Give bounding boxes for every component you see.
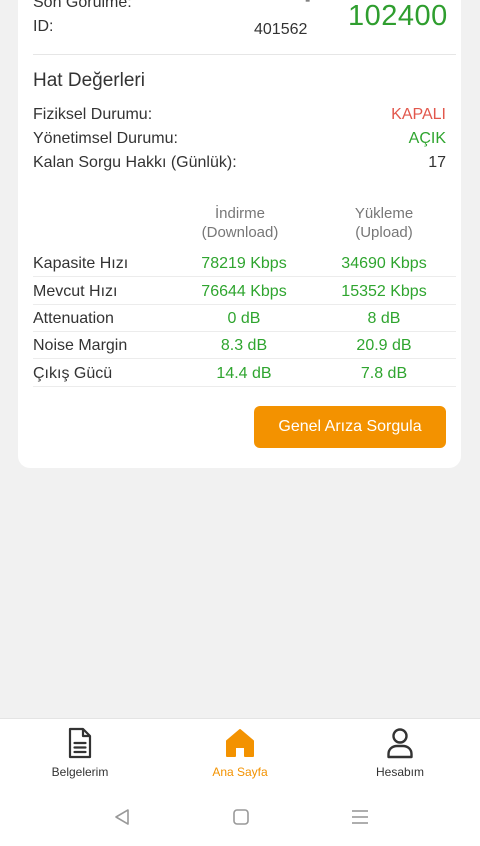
tab-home[interactable]: Ana Sayfa bbox=[180, 725, 300, 789]
last-seen-label: Son Görülme: bbox=[33, 0, 132, 11]
upload-header-title: Yükleme bbox=[354, 205, 414, 222]
tab-home-label: Ana Sayfa bbox=[212, 765, 268, 779]
remaining-queries-label: Kalan Sorgu Hakkı (Günlük): bbox=[33, 154, 237, 171]
remaining-queries-row: Kalan Sorgu Hakkı (Günlük): 17 bbox=[33, 152, 446, 176]
menu-icon[interactable] bbox=[351, 808, 369, 826]
system-navigation-bar bbox=[0, 790, 480, 846]
tab-account[interactable]: Hesabım bbox=[340, 725, 460, 789]
download-value: 8.3 dB bbox=[220, 337, 268, 354]
table-row: Kapasite Hızı 78219 Kbps 34690 Kbps bbox=[33, 250, 456, 277]
id-label: ID: bbox=[33, 18, 54, 35]
table-row: Mevcut Hızı 76644 Kbps 15352 Kbps bbox=[33, 278, 456, 305]
admin-status-value: AÇIK bbox=[408, 130, 446, 147]
row-label: Attenuation bbox=[33, 310, 114, 327]
download-column-header: İndirme (Download) bbox=[180, 204, 300, 242]
download-header-sub: (Download) bbox=[201, 224, 279, 241]
id-value: 401562 bbox=[254, 21, 308, 38]
row-divider bbox=[33, 358, 456, 359]
row-label: Noise Margin bbox=[33, 337, 128, 354]
tab-documents-label: Belgelerim bbox=[51, 765, 109, 779]
upload-value: 15352 Kbps bbox=[341, 283, 427, 300]
download-value: 0 dB bbox=[227, 310, 261, 327]
upload-column-header: Yükleme (Upload) bbox=[324, 204, 444, 242]
upload-header-sub: (Upload) bbox=[355, 224, 413, 241]
speed-big-number: 102400 bbox=[348, 0, 448, 32]
admin-status-row: Yönetimsel Durumu: AÇIK bbox=[33, 128, 446, 152]
tab-documents[interactable]: Belgelerim bbox=[20, 725, 140, 789]
physical-status-value: KAPALI bbox=[391, 106, 446, 123]
upload-value: 8 dB bbox=[367, 310, 401, 327]
last-seen-value: - bbox=[305, 0, 311, 9]
remaining-queries-value: 17 bbox=[428, 154, 446, 171]
home-square-icon[interactable] bbox=[232, 808, 250, 826]
fault-query-button[interactable]: Genel Arıza Sorgula bbox=[254, 406, 446, 448]
table-row: Attenuation 0 dB 8 dB bbox=[33, 305, 456, 332]
row-divider bbox=[33, 386, 456, 387]
user-icon bbox=[387, 728, 413, 759]
upload-value: 20.9 dB bbox=[356, 337, 412, 354]
back-icon[interactable] bbox=[113, 808, 131, 826]
table-row: Çıkış Gücü 14.4 dB 7.8 dB bbox=[33, 360, 456, 387]
download-header-title: İndirme bbox=[214, 205, 266, 222]
tab-account-label: Hesabım bbox=[375, 765, 425, 779]
section-title: Hat Değerleri bbox=[33, 70, 145, 91]
download-value: 78219 Kbps bbox=[201, 255, 287, 272]
row-label: Kapasite Hızı bbox=[33, 255, 129, 272]
bottom-tab-bar: Belgelerim Ana Sayfa Hesabım bbox=[0, 718, 480, 790]
row-label: Çıkış Gücü bbox=[33, 365, 113, 382]
admin-status-label: Yönetimsel Durumu: bbox=[33, 130, 178, 147]
physical-status-label: Fiziksel Durumu: bbox=[33, 106, 153, 123]
home-icon bbox=[226, 729, 254, 757]
table-row: Noise Margin 8.3 dB 20.9 dB bbox=[33, 332, 456, 359]
upload-value: 7.8 dB bbox=[360, 365, 408, 382]
download-value: 76644 Kbps bbox=[201, 283, 287, 300]
physical-status-row: Fiziksel Durumu: KAPALI bbox=[33, 104, 446, 128]
download-value: 14.4 dB bbox=[216, 365, 272, 382]
row-label: Mevcut Hızı bbox=[33, 283, 118, 300]
divider bbox=[33, 54, 456, 55]
upload-value: 34690 Kbps bbox=[341, 255, 427, 272]
document-icon bbox=[68, 727, 92, 759]
row-divider bbox=[33, 276, 456, 277]
